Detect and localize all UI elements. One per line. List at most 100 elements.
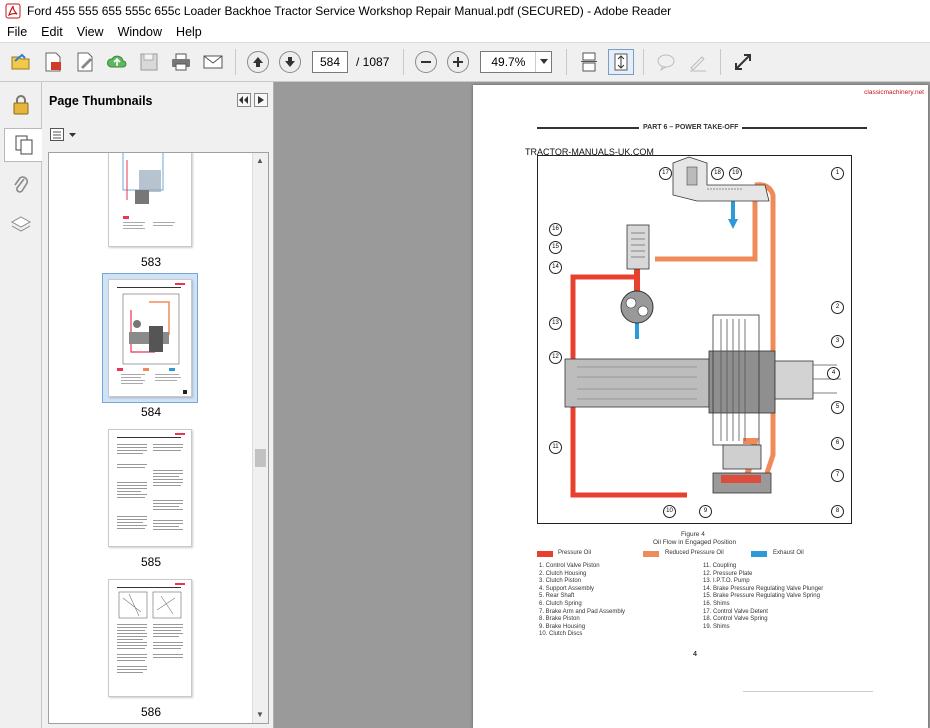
part-list-item: 11. Coupling [703, 563, 737, 569]
thumbnails-panel: Page Thumbnails 583 584 585 586 ▲ ▼ [42, 82, 274, 728]
page-number-input[interactable]: 584 [312, 51, 348, 73]
navigation-rail [0, 82, 42, 728]
callout-8: 8 [831, 505, 844, 518]
legend-label-pressure: Pressure Oil [558, 550, 592, 556]
chevron-right-icon [258, 96, 264, 104]
legend-label-exhaust: Exhaust Oil [773, 550, 804, 556]
chevron-down-icon [69, 132, 76, 137]
arrow-up-icon [253, 57, 263, 67]
window-title: Ford 455 555 655 555c 655c Loader Backho… [27, 4, 672, 18]
part-list-item: 2. Clutch Housing [539, 570, 587, 577]
layers-tab[interactable] [4, 208, 38, 242]
pages-icon [15, 135, 32, 155]
part-list-item: 4. Support Assembly [539, 585, 595, 592]
scrollbar-thumb[interactable] [255, 449, 266, 467]
zoom-level-select[interactable]: 49.7% [480, 51, 553, 73]
next-page-button[interactable] [277, 49, 303, 75]
toolbar-separator [403, 49, 405, 75]
thumbnail-label: 586 [140, 705, 162, 719]
print-button[interactable] [168, 49, 194, 75]
thumbnail-586[interactable] [108, 579, 192, 697]
speech-bubble-icon [657, 54, 675, 72]
zoom-value: 49.7% [491, 55, 526, 69]
sign-button[interactable] [685, 49, 711, 75]
thumbnail-diagram [122, 153, 175, 229]
email-button[interactable] [200, 49, 226, 75]
next-panel-button[interactable] [254, 93, 268, 107]
part-list-item: 8. Brake Piston [539, 616, 580, 623]
part-list-item: 17. Control Valve Detent [703, 608, 768, 615]
create-pdf-button[interactable] [40, 49, 66, 75]
pen-sign-icon [690, 56, 707, 72]
minus-icon [421, 61, 432, 63]
menu-window[interactable]: Window [111, 25, 169, 39]
callout-13: 13 [549, 317, 562, 330]
thumbnails-list[interactable]: 583 584 585 586 ▲ ▼ [48, 152, 269, 724]
save-button[interactable] [136, 49, 162, 75]
menu-file[interactable]: File [0, 25, 34, 39]
thumbnail-584[interactable] [108, 279, 192, 397]
thumbnail-583[interactable] [108, 153, 192, 247]
thumbnail-label: 583 [140, 255, 162, 269]
part-list-item: 15. Brake Pressure Regulating Valve Spri… [703, 593, 820, 600]
callout-18: 18 [711, 167, 724, 180]
part-list-item: 5. Rear Shaft [539, 593, 575, 600]
create-pdf-icon [45, 52, 61, 72]
callout-16: 16 [549, 223, 562, 236]
menu-edit[interactable]: Edit [34, 25, 70, 39]
legend-swatch-exhaust [751, 551, 767, 557]
toolbar-separator [566, 49, 568, 75]
part-list-item: 14. Brake Pressure Regulating Valve Plun… [703, 585, 824, 592]
collapse-panel-button[interactable] [237, 93, 251, 107]
open-file-button[interactable] [8, 49, 34, 75]
page-thumbnails-tab[interactable] [4, 128, 42, 162]
document-view[interactable]: classicmachinery.net PART 6 – POWER TAKE… [274, 82, 930, 728]
section-header: PART 6 – POWER TAKE-OFF [639, 124, 743, 131]
menu-view[interactable]: View [70, 25, 111, 39]
toolbar-separator [720, 49, 722, 75]
parts-list-left: 1. Control Valve Piston 2. Clutch Housing… [539, 563, 625, 639]
security-button[interactable] [4, 88, 38, 122]
part-list-item: 7. Brake Arm and Pad Assembly [539, 608, 626, 615]
pdf-page: classicmachinery.net PART 6 – POWER TAKE… [473, 85, 928, 728]
page-total-label: / 1087 [356, 55, 390, 69]
fullscreen-button[interactable] [730, 49, 756, 75]
callout-2: 2 [831, 301, 844, 314]
scroll-down-icon[interactable]: ▼ [256, 710, 264, 719]
chevron-down-icon [535, 52, 551, 72]
scrolling-mode-button[interactable] [576, 49, 602, 75]
callout-11: 11 [549, 441, 562, 454]
adobe-reader-icon [5, 3, 21, 19]
comment-button[interactable] [653, 49, 679, 75]
paperclip-icon [14, 176, 29, 193]
thumbnail-text-page [117, 433, 185, 530]
callout-19: 19 [729, 167, 742, 180]
plus-icon [453, 57, 464, 67]
thumbnail-options-button[interactable] [42, 120, 273, 150]
scroll-up-icon[interactable]: ▲ [256, 156, 264, 165]
figure-caption: Oil Flow in Engaged Position [653, 539, 737, 546]
save-disk-icon [140, 53, 158, 71]
share-button[interactable] [104, 49, 130, 75]
attachments-tab[interactable] [4, 168, 38, 202]
part-list-item: 9. Brake Housing [539, 623, 586, 630]
layers-icon [10, 216, 32, 232]
title-bar: Ford 455 555 655 555c 655c Loader Backho… [0, 0, 930, 22]
zoom-out-button[interactable] [413, 49, 439, 75]
legend-swatch-reduced [643, 551, 659, 557]
fit-page-button[interactable] [608, 49, 635, 75]
page-number: 4 [693, 651, 697, 658]
thumbnail-585[interactable] [108, 429, 192, 547]
thumbnails-scrollbar[interactable]: ▲ ▼ [252, 153, 268, 723]
edit-pdf-button[interactable] [72, 49, 98, 75]
lock-icon [13, 95, 29, 115]
double-chevron-left-icon [239, 96, 248, 104]
callout-4: 4 [827, 367, 840, 380]
zoom-in-button[interactable] [445, 49, 471, 75]
menu-help[interactable]: Help [169, 25, 209, 39]
oil-flow-diagram [537, 155, 852, 524]
thumbnail-diagram [117, 283, 187, 394]
corner-watermark: classicmachinery.net [864, 89, 924, 96]
previous-page-button[interactable] [245, 49, 271, 75]
toolbar-separator [235, 49, 236, 75]
